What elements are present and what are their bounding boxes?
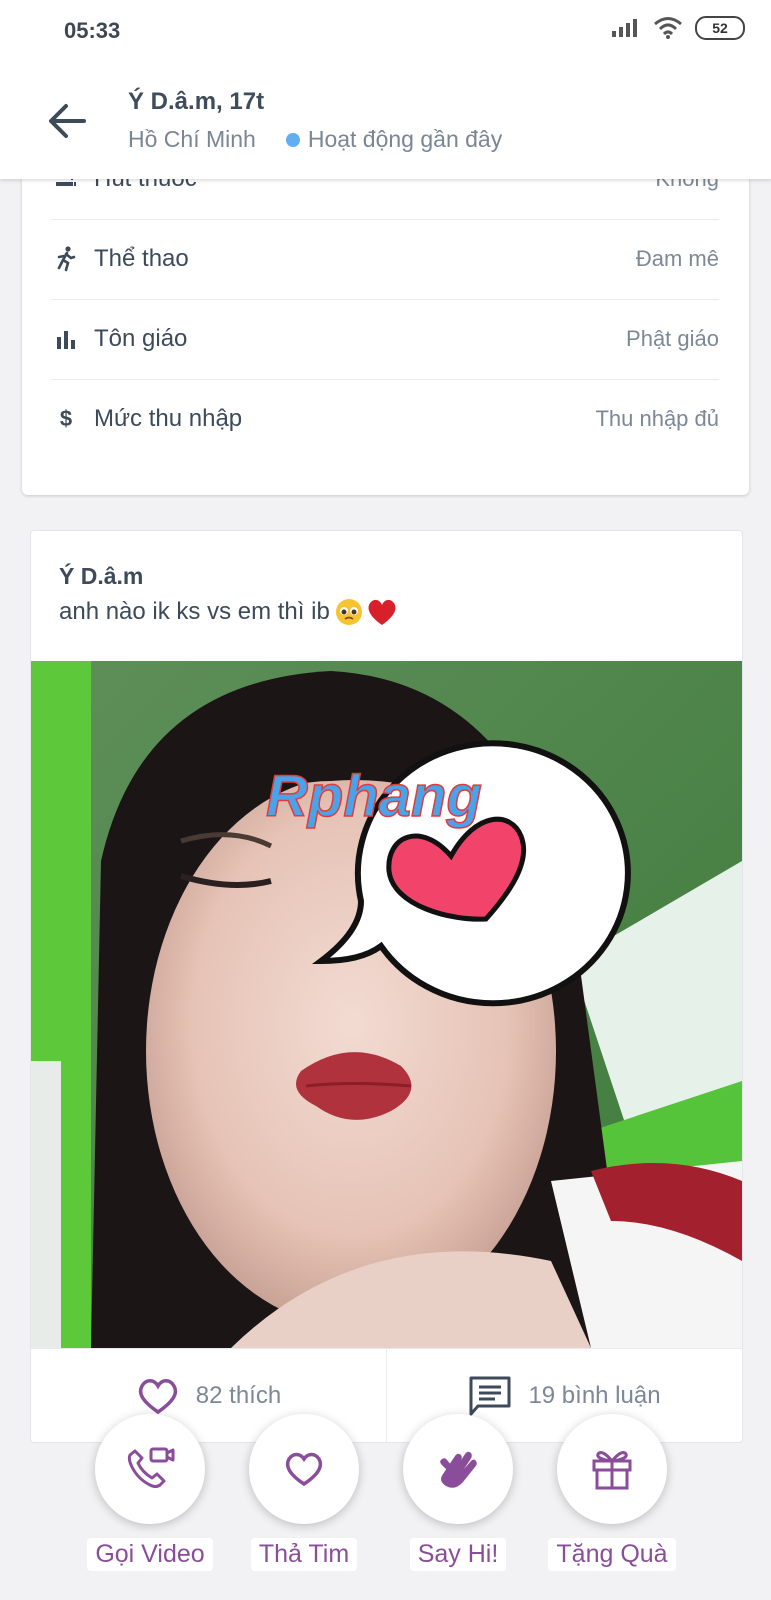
- action-label: Thả Tim: [250, 1538, 358, 1571]
- post-text: anh nào ik ks vs em thì ib: [59, 597, 398, 627]
- info-value: Thu nhập đủ: [595, 406, 719, 431]
- info-label: Tôn giáo: [94, 325, 188, 352]
- action-circle[interactable]: [557, 1414, 667, 1524]
- video-call-icon: [127, 1447, 175, 1488]
- action-circle[interactable]: [95, 1414, 205, 1524]
- profile-name: Ý D.â.m, 17t: [128, 88, 265, 115]
- video-call-button[interactable]: Gọi Video: [87, 1414, 213, 1571]
- profile-city: Hồ Chí Minh: [128, 126, 256, 152]
- info-row-sport: Thể thao Đam mê: [52, 219, 719, 300]
- back-button[interactable]: [44, 98, 90, 144]
- send-gift-button[interactable]: Tặng Quà: [548, 1414, 676, 1571]
- info-value: Không: [655, 179, 719, 192]
- bar-chart-icon: [54, 327, 78, 351]
- info-label: Hút thuốc: [94, 179, 655, 193]
- profile-info-card: Hút thuốc Không Thể thao Đam mê Tôn giáo…: [22, 179, 749, 495]
- smoking-icon: [54, 179, 78, 191]
- post-author: Ý D.â.m: [59, 563, 144, 589]
- signal-icon: [612, 19, 637, 37]
- profile-subtitle: Hồ Chí Minh Hoạt động gần đây: [128, 126, 502, 153]
- post-card: Ý D.â.m anh nào ik ks vs em thì ib Rphan…: [30, 530, 743, 1443]
- status-time: 05:33: [64, 18, 121, 43]
- watermark: Rphang: [266, 764, 482, 829]
- status-bar: 05:33 52: [0, 0, 771, 62]
- battery-indicator: 52: [695, 16, 745, 40]
- arrow-left-icon: [49, 104, 86, 138]
- info-row-smoking: Hút thuốc Không: [52, 179, 719, 220]
- info-value: Đam mê: [635, 246, 719, 271]
- info-value: Phật giáo: [626, 326, 719, 351]
- post-caption: anh nào ik ks vs em thì ib: [59, 598, 330, 625]
- dollar-icon: $: [59, 406, 73, 431]
- wifi-icon: [654, 17, 682, 39]
- activity-status: Hoạt động gần đây: [307, 126, 503, 152]
- red-heart-emoji-icon: [368, 599, 396, 625]
- heart-icon: [285, 1452, 323, 1487]
- info-label: Mức thu nhập: [94, 405, 243, 432]
- online-status-dot: [285, 132, 300, 147]
- like-count: 82 thích: [195, 1382, 282, 1409]
- info-label: Thể thao: [94, 245, 189, 272]
- info-row-income: $ Mức thu nhập Thu nhập đủ: [52, 379, 719, 459]
- post-photo-illustration: Rphang: [31, 661, 742, 1348]
- post-photo[interactable]: Rphang: [31, 661, 742, 1348]
- heart-outline-icon: [138, 1379, 177, 1415]
- action-label: Tặng Quà: [548, 1538, 676, 1571]
- action-circle[interactable]: [249, 1414, 359, 1524]
- action-label: Gọi Video: [87, 1538, 213, 1571]
- gift-icon: [592, 1451, 632, 1490]
- profile-header: Ý D.â.m, 17t Hồ Chí Minh Hoạt động gần đ…: [0, 62, 771, 179]
- action-label: Say Hi!: [409, 1538, 507, 1571]
- wave-hand-icon: [440, 1451, 477, 1488]
- status-icons: 52: [611, 16, 745, 40]
- pleading-face-emoji-icon: [335, 599, 362, 625]
- action-circle[interactable]: [403, 1414, 513, 1524]
- running-icon: [54, 246, 78, 272]
- comment-icon: [469, 1376, 511, 1416]
- send-heart-button[interactable]: Thả Tim: [247, 1414, 361, 1571]
- comment-count: 19 bình luận: [528, 1382, 661, 1409]
- say-hi-button[interactable]: Say Hi!: [401, 1414, 515, 1571]
- info-row-religion: Tôn giáo Phật giáo: [52, 299, 719, 380]
